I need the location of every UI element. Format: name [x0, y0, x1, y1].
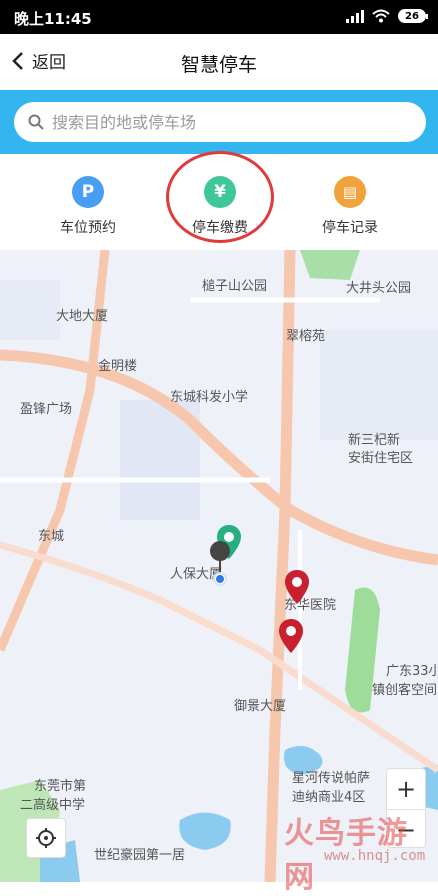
map-label: 二高级中学 [20, 798, 86, 813]
park-area [300, 250, 360, 280]
quick-action-reserve[interactable]: P 车位预约 [28, 176, 148, 237]
map-label: 东城 [38, 529, 65, 544]
search-bar [0, 90, 438, 154]
map-label: 安街住宅区 [348, 451, 414, 466]
map-block [320, 330, 438, 440]
map-label: 御景大厦 [234, 699, 287, 714]
status-bar: 晚上11:45 26 [0, 0, 438, 34]
yen-icon: ¥ [204, 176, 236, 208]
map-label: 大井头公园 [346, 281, 412, 296]
map-label: 世纪豪园第一居 [94, 848, 186, 863]
battery-icon: 26 [398, 9, 428, 23]
location-pin-icon [210, 541, 230, 586]
status-time: 晚上11:45 [14, 10, 92, 28]
quick-action-label: 停车记录 [322, 220, 378, 236]
map-label: 东城科发小学 [170, 390, 249, 405]
map-label: 迪纳商业4区 [292, 790, 366, 805]
map-label: 东莞市第 [34, 779, 87, 794]
map-label: 翠榕苑 [286, 329, 326, 344]
water-area [179, 812, 231, 850]
road [264, 250, 296, 882]
quick-action-label: 停车缴费 [192, 220, 248, 236]
red-parking-marker[interactable] [278, 618, 304, 654]
quick-action-payment[interactable]: ¥ 停车缴费 [160, 176, 280, 237]
map-label: 槌子山公园 [202, 279, 268, 294]
map-label: 新三杞新 [348, 433, 401, 448]
map-label: 星河传说帕萨 [292, 771, 371, 786]
map-label: 盈锋广场 [20, 402, 73, 417]
battery-level: 26 [405, 10, 419, 22]
quick-action-label: 车位预约 [60, 220, 116, 236]
zoom-in-button[interactable]: + [387, 769, 425, 810]
quick-action-records[interactable]: ▤ 停车记录 [290, 176, 410, 237]
quick-actions: P 车位预约 ¥ 停车缴费 ▤ 停车记录 [0, 154, 438, 250]
search-input[interactable] [50, 111, 394, 133]
crosshair-icon [36, 828, 56, 848]
page-title: 智慧停车 [180, 54, 257, 76]
signal-icon [346, 9, 364, 23]
search-box[interactable] [14, 102, 426, 142]
search-icon [28, 114, 44, 130]
map-label: 广东33小 [386, 664, 438, 679]
map-label: 镇创客空间 [372, 683, 438, 698]
wifi-icon [372, 9, 390, 23]
record-icon: ▤ [334, 176, 366, 208]
watermark-url: www.hnqj.com [324, 848, 426, 864]
parking-icon: P [72, 176, 104, 208]
map-label: 金明楼 [98, 359, 138, 374]
map-block [0, 280, 60, 340]
locate-button[interactable] [26, 818, 66, 858]
status-icons: 26 [346, 9, 428, 23]
watermark: 火鸟手游网 www.hnqj.com [284, 808, 434, 895]
map-label: 大地大厦 [56, 309, 109, 324]
red-parking-marker[interactable] [284, 569, 310, 605]
map-view[interactable]: 槌子山公园 大井头公园 大地大厦 翠榕苑 金明楼 东城科发小学 盈锋广场 新三杞… [0, 250, 438, 882]
top-bar: 返回 智慧停车 [0, 34, 438, 90]
